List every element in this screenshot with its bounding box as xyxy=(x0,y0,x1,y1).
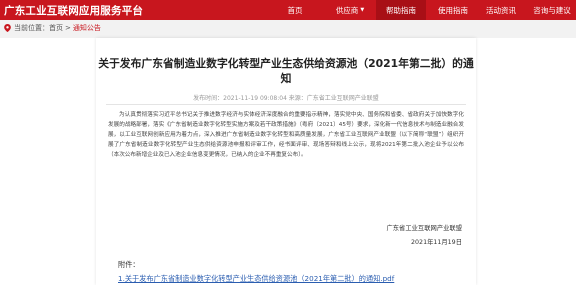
nav-news[interactable]: 活动资讯 xyxy=(478,0,524,20)
breadcrumb: 当前位置： 首页 > 通知公告 xyxy=(4,23,101,33)
nav-advice[interactable]: 咨询与建议 xyxy=(528,0,576,20)
breadcrumb-prefix: 当前位置： xyxy=(14,24,49,32)
site-title[interactable]: 广东工业互联网应用服务平台 xyxy=(4,3,143,18)
article-body: 为认真贯彻落实习近平总书记关于推进数字经济与实体经济深度融合的重要指示精神，落实… xyxy=(108,112,464,158)
article-date: 2021年11月19日 xyxy=(411,239,462,246)
breadcrumb-bar: 当前位置： 首页 > 通知公告 xyxy=(0,20,576,38)
nav-help-guide[interactable]: 帮助指南 xyxy=(376,0,426,20)
chevron-down-icon: ▼ xyxy=(360,7,365,13)
article-signer: 广东省工业互联网产业联盟 xyxy=(386,225,462,232)
article-meta: 发布时间：2021-11-19 09:08:04 来源：广东省工业互联网产业联盟 xyxy=(193,95,379,102)
article-panel: 关于发布广东省制造业数字化转型产业生态供给资源池（2021年第二批）的通知 发布… xyxy=(96,38,476,285)
nav-suppliers[interactable]: 供应商 ▼ xyxy=(326,0,374,20)
breadcrumb-notices[interactable]: 通知公告 xyxy=(73,23,101,33)
attachment-link[interactable]: 1.关于发布广东省制造业数字化转型产业生态供给资源池（2021年第二批）的通知.… xyxy=(118,274,394,284)
divider xyxy=(106,104,466,105)
attachments-label: 附件： xyxy=(118,260,140,269)
nav-usage-guide[interactable]: 使用指南 xyxy=(428,0,478,20)
nav-home[interactable]: 首页 xyxy=(276,0,314,20)
breadcrumb-home[interactable]: 首页 xyxy=(49,23,63,33)
location-pin-icon xyxy=(4,24,11,32)
breadcrumb-separator: > xyxy=(65,24,71,32)
article-title: 关于发布广东省制造业数字化转型产业生态供给资源池（2021年第二批）的通知 xyxy=(98,57,474,85)
top-nav-bar: 广东工业互联网应用服务平台 首页 供应商 ▼ 帮助指南 使用指南 活动资讯 咨询与… xyxy=(0,0,576,20)
